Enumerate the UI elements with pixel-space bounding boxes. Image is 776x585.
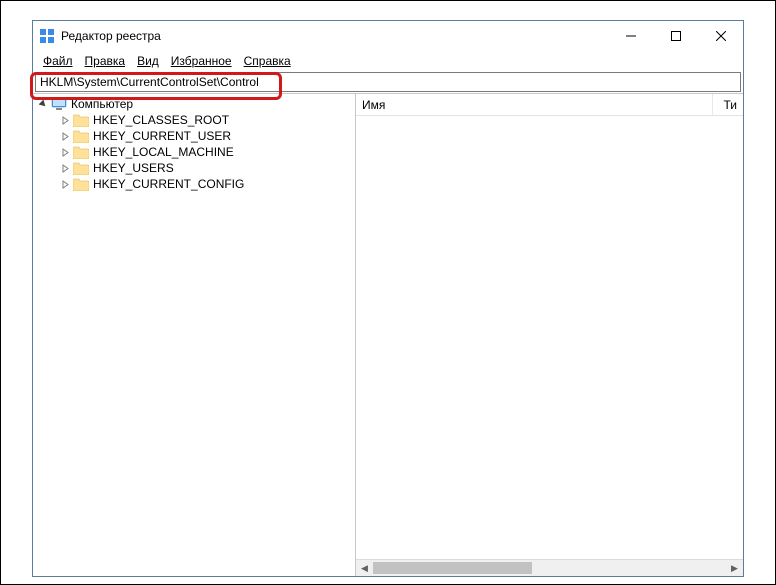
scroll-left-icon[interactable]: ◀	[356, 560, 373, 576]
list-body[interactable]	[356, 116, 743, 559]
menu-favorites[interactable]: Избранное	[165, 53, 238, 69]
addressbar[interactable]: HKLM\System\CurrentControlSet\Control	[35, 72, 741, 92]
tree-item-label: HKEY_CURRENT_CONFIG	[91, 177, 244, 191]
list-pane: Имя Ти ◀ ▶	[356, 94, 743, 576]
expand-icon[interactable]	[59, 116, 71, 125]
registry-tree: Компьютер HKEY_CLASSES_ROOT HKEY_CURRENT…	[33, 96, 355, 192]
tree-item-label: HKEY_CLASSES_ROOT	[91, 113, 229, 127]
regedit-window: Редактор реестра Файл Правка Вид Избранн…	[32, 20, 744, 577]
address-path: HKLM\System\CurrentControlSet\Control	[40, 75, 259, 89]
menubar: Файл Правка Вид Избранное Справка	[33, 51, 743, 71]
tree-item[interactable]: HKEY_LOCAL_MACHINE	[33, 144, 355, 160]
tree-pane: Компьютер HKEY_CLASSES_ROOT HKEY_CURRENT…	[33, 94, 356, 576]
folder-icon	[73, 145, 89, 159]
maximize-button[interactable]	[653, 21, 698, 51]
folder-icon	[73, 129, 89, 143]
column-type[interactable]: Ти	[713, 94, 743, 115]
tree-item[interactable]: HKEY_CURRENT_CONFIG	[33, 176, 355, 192]
tree-item-label: HKEY_USERS	[91, 161, 174, 175]
computer-icon	[51, 97, 67, 111]
horizontal-scrollbar[interactable]: ◀ ▶	[356, 559, 743, 576]
menu-help[interactable]: Справка	[238, 53, 297, 69]
expand-icon[interactable]	[59, 180, 71, 189]
body-split: Компьютер HKEY_CLASSES_ROOT HKEY_CURRENT…	[33, 93, 743, 576]
folder-icon	[73, 161, 89, 175]
expand-icon[interactable]	[59, 148, 71, 157]
app-icon	[39, 28, 55, 44]
scroll-track[interactable]	[373, 560, 726, 576]
tree-item-label: HKEY_LOCAL_MACHINE	[91, 145, 234, 159]
folder-icon	[73, 113, 89, 127]
tree-item[interactable]: HKEY_USERS	[33, 160, 355, 176]
tree-item[interactable]: HKEY_CURRENT_USER	[33, 128, 355, 144]
expand-icon[interactable]	[59, 164, 71, 173]
list-header: Имя Ти	[356, 94, 743, 116]
addressbar-container: HKLM\System\CurrentControlSet\Control	[33, 71, 743, 93]
expand-icon[interactable]	[59, 132, 71, 141]
titlebar: Редактор реестра	[33, 21, 743, 51]
folder-icon	[73, 177, 89, 191]
menu-view[interactable]: Вид	[131, 53, 165, 69]
menu-file[interactable]: Файл	[37, 53, 79, 69]
collapse-icon[interactable]	[37, 100, 49, 109]
tree-root[interactable]: Компьютер	[33, 96, 355, 112]
tree-root-label: Компьютер	[69, 97, 133, 111]
scroll-right-icon[interactable]: ▶	[726, 560, 743, 576]
window-title: Редактор реестра	[61, 29, 161, 43]
menu-edit[interactable]: Правка	[79, 53, 132, 69]
tree-item-label: HKEY_CURRENT_USER	[91, 129, 231, 143]
tree-item[interactable]: HKEY_CLASSES_ROOT	[33, 112, 355, 128]
scroll-thumb[interactable]	[373, 562, 532, 574]
minimize-button[interactable]	[608, 21, 653, 51]
close-button[interactable]	[698, 21, 743, 51]
window-controls	[608, 21, 743, 51]
column-name[interactable]: Имя	[356, 94, 713, 115]
